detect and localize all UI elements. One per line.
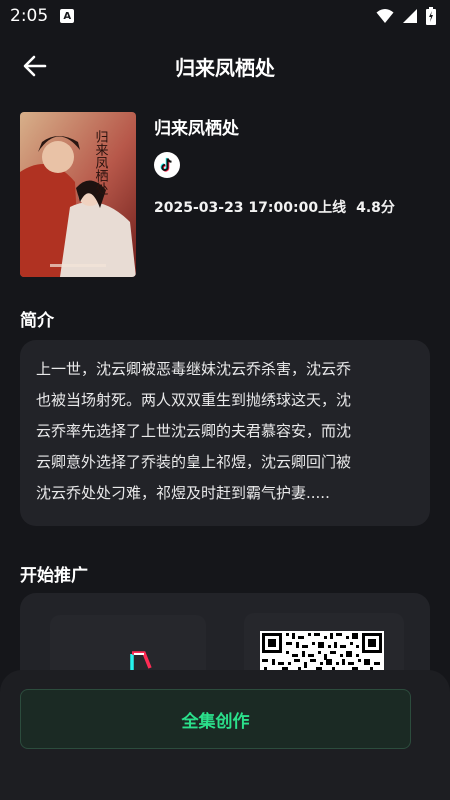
- qr-code: [260, 631, 384, 671]
- release-time: 2025-03-23 17:00:00上线: [154, 200, 347, 216]
- page-title: 归来凤栖处: [175, 56, 275, 80]
- create-button-label: 全集创作: [181, 711, 250, 732]
- drama-title: 归来凤栖处: [154, 119, 239, 139]
- app-badge-icon: A: [60, 9, 75, 23]
- promotion-heading: 开始推广: [20, 566, 88, 586]
- intro-line: 云乔率先选择了上世沈云卿的夫君慕容安，而沈: [36, 422, 352, 440]
- intro-heading: 简介: [20, 311, 54, 331]
- intro-text: 上一世，沈云卿被恶毒继妹沈云乔杀害，沈云乔 也被当场射死。两人双双重生到抛绣球这…: [36, 354, 416, 509]
- status-time: 2:05: [10, 6, 49, 26]
- tiktok-icon: [154, 152, 180, 178]
- intro-line: 云卿意外选择了乔装的皇上祁煜，沈云卿回门被: [36, 453, 352, 471]
- intro-line: 沈云乔处处刁难，祁煜及时赶到霸气护妻.....: [36, 484, 330, 502]
- intro-line: 上一世，沈云卿被恶毒继妹沈云乔杀害，沈云乔: [36, 360, 352, 378]
- drama-poster: 归来凤栖处: [20, 112, 136, 277]
- intro-card: 上一世，沈云卿被恶毒继妹沈云乔杀害，沈云乔 也被当场射死。两人双双重生到抛绣球这…: [20, 340, 430, 526]
- release-info: 2025-03-23 17:00:00上线 4.8分: [154, 197, 395, 217]
- poster-calligraphy: 归来凤栖处: [93, 130, 109, 195]
- status-bar: 2:05 A: [0, 0, 450, 32]
- rating: 4.8分: [356, 200, 395, 216]
- poster-image: 归来凤栖处: [20, 112, 136, 277]
- signal-icon: [403, 9, 417, 23]
- wifi-icon: [376, 9, 394, 23]
- battery-icon: [426, 7, 436, 25]
- full-series-create-button[interactable]: 全集创作: [20, 689, 411, 749]
- app-bar: 归来凤栖处: [0, 38, 450, 94]
- intro-line: 也被当场射死。两人双双重生到抛绣球这天，沈: [36, 391, 352, 409]
